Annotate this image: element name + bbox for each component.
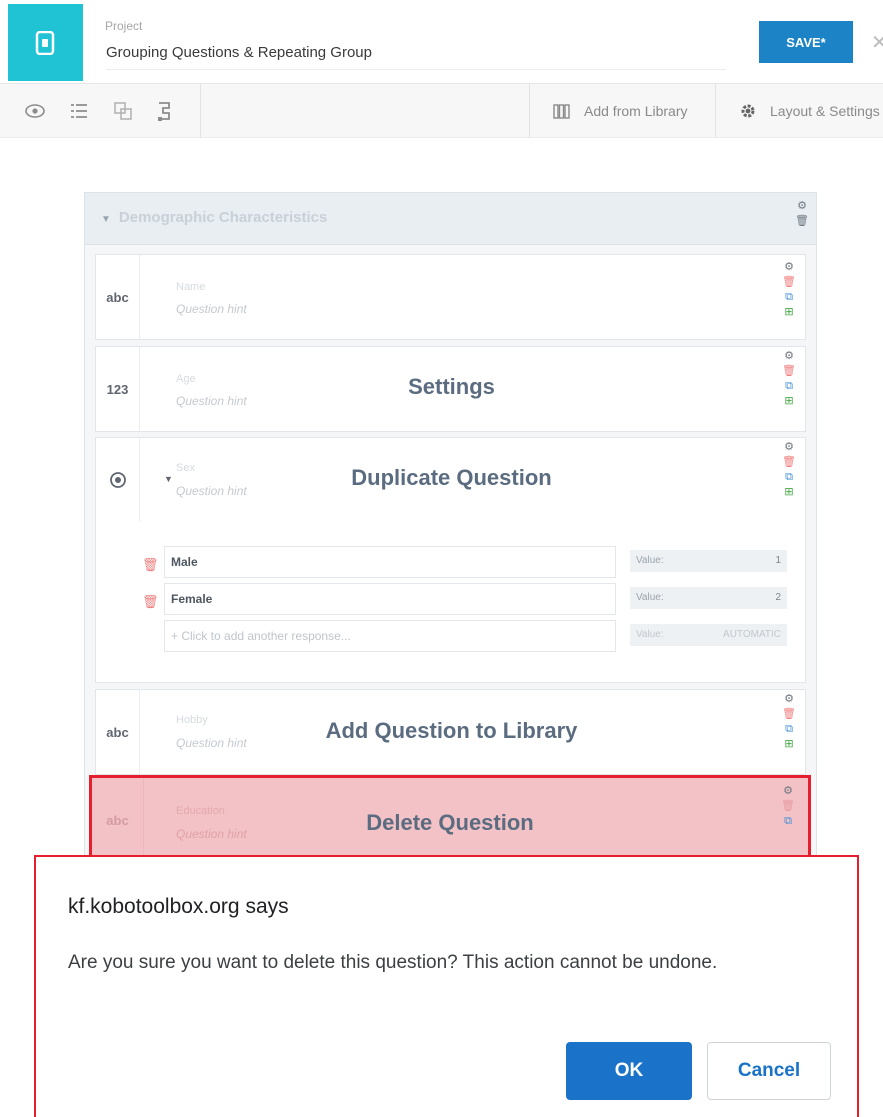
add-to-library-icon[interactable]: ⊞: [782, 394, 796, 409]
add-to-library-icon[interactable]: ⊞: [782, 305, 796, 320]
question-group: ▼ Demographic Characteristics ⚙ 🗑 abc Nam…: [84, 192, 817, 872]
question-row-highlighted[interactable]: abc Education Question hint Delete Quest…: [89, 775, 811, 865]
duplicate-question-callout: Duplicate Question: [351, 465, 552, 490]
eye-icon[interactable]: [22, 98, 48, 124]
choice-list: 🗑 Male Value: 1 🗑 Female Value: 2 + Clic…: [95, 521, 806, 683]
question-row[interactable]: abc Hobby Question hint Add Question to …: [95, 689, 806, 775]
confirm-dialog: kf.kobotoolbox.org says Are you sure you…: [34, 855, 859, 1117]
choice-option-input[interactable]: Male: [164, 546, 616, 578]
gear-icon[interactable]: ⚙: [781, 784, 795, 799]
save-button[interactable]: SAVE*: [759, 21, 853, 63]
toolbar-divider: [529, 84, 530, 138]
ok-button[interactable]: OK: [566, 1042, 692, 1100]
question-controls: ⚙ 🗑 ⧉: [781, 784, 795, 829]
top-bar: Project Grouping Questions & Repeating G…: [0, 0, 883, 84]
value-text: 2: [775, 592, 781, 603]
question-controls: ⚙ 🗑 ⧉ ⊞: [782, 349, 796, 409]
caret-down-icon[interactable]: ▼: [101, 214, 111, 225]
toolbar-divider: [715, 84, 716, 138]
group-title: ▼ Demographic Characteristics: [101, 209, 327, 226]
value-label: Value:: [636, 555, 664, 566]
duplicate-icon[interactable]: ⧉: [781, 814, 795, 829]
question-row[interactable]: 123 Age Question hint Settings ⚙ 🗑 ⧉ ⊞: [95, 346, 806, 432]
cancel-button[interactable]: Cancel: [707, 1042, 831, 1100]
trash-icon[interactable]: 🗑: [142, 594, 159, 610]
phone-icon: [35, 31, 55, 55]
duplicate-icon[interactable]: ⧉: [782, 470, 796, 485]
add-from-library-button[interactable]: Add from Library: [553, 84, 687, 138]
choice-value-field[interactable]: Value: 2: [630, 587, 787, 609]
choice-option-input[interactable]: Female: [164, 583, 616, 615]
choice-value-field[interactable]: Value: 1: [630, 550, 787, 572]
dialog-title: kf.kobotoolbox.org says: [68, 895, 289, 918]
gear-icon[interactable]: ⚙: [795, 199, 809, 214]
choice-value-field[interactable]: Value: AUTOMATIC: [630, 624, 787, 646]
gear-icon[interactable]: ⚙: [782, 260, 796, 275]
question-row[interactable]: ▼ Sex Question hint Duplicate Question ⚙…: [95, 437, 806, 522]
dialog-message: Are you sure you want to delete this que…: [68, 952, 718, 973]
close-icon[interactable]: ✕: [871, 30, 883, 55]
layout-settings-button[interactable]: Layout & Settings: [740, 84, 880, 138]
group-header[interactable]: ▼ Demographic Characteristics ⚙ 🗑: [85, 193, 816, 245]
add-response-input[interactable]: + Click to add another response...: [164, 620, 616, 652]
question-label[interactable]: Name: [176, 281, 205, 293]
app-logo[interactable]: [8, 4, 83, 81]
question-row[interactable]: abc Name Question hint ⚙ 🗑 ⧉ ⊞: [95, 254, 806, 340]
value-text: 1: [775, 555, 781, 566]
layout-settings-label: Layout & Settings: [770, 103, 880, 119]
group-icon[interactable]: [110, 98, 136, 124]
toolbar-divider: [200, 84, 201, 138]
trash-icon[interactable]: 🗑: [782, 364, 796, 379]
duplicate-icon[interactable]: ⧉: [782, 290, 796, 305]
trash-icon[interactable]: 🗑: [782, 455, 796, 470]
library-icon: [553, 103, 570, 119]
value-text: AUTOMATIC: [723, 629, 781, 640]
cascade-icon[interactable]: [152, 98, 178, 124]
value-label: Value:: [636, 592, 664, 603]
gear-icon[interactable]: ⚙: [782, 349, 796, 364]
toolbar: Add from Library Layout & Settings: [0, 84, 883, 138]
text-type-icon: abc: [96, 255, 140, 339]
question-controls: ⚙ 🗑 ⧉ ⊞: [782, 260, 796, 320]
add-to-library-icon[interactable]: ⊞: [782, 485, 796, 500]
add-from-library-label: Add from Library: [584, 103, 688, 119]
list-icon[interactable]: [66, 98, 92, 124]
trash-icon[interactable]: 🗑: [782, 275, 796, 290]
duplicate-icon[interactable]: ⧉: [782, 722, 796, 737]
question-hint[interactable]: Question hint: [176, 302, 247, 316]
delete-question-callout: Delete Question: [366, 810, 534, 835]
group-controls: ⚙ 🗑: [795, 199, 809, 229]
trash-icon[interactable]: 🗑: [781, 799, 795, 814]
question-controls: ⚙ 🗑 ⧉ ⊞: [782, 440, 796, 500]
trash-icon[interactable]: 🗑: [142, 557, 159, 573]
group-title-text: Demographic Characteristics: [118, 209, 328, 226]
value-label: Value:: [636, 629, 664, 640]
add-to-library-callout: Add Question to Library: [325, 718, 578, 743]
trash-icon[interactable]: 🗑: [795, 214, 809, 229]
trash-icon[interactable]: 🗑: [782, 707, 796, 722]
project-label: Project: [105, 19, 143, 33]
duplicate-icon[interactable]: ⧉: [782, 379, 796, 394]
gear-icon: [741, 104, 755, 118]
gear-icon[interactable]: ⚙: [782, 440, 796, 455]
question-controls: ⚙ 🗑 ⧉ ⊞: [782, 692, 796, 752]
add-to-library-icon[interactable]: ⊞: [782, 737, 796, 752]
project-name-input[interactable]: Grouping Questions & Repeating Group: [106, 44, 726, 70]
gear-icon[interactable]: ⚙: [782, 692, 796, 707]
settings-callout: Settings: [408, 374, 495, 399]
